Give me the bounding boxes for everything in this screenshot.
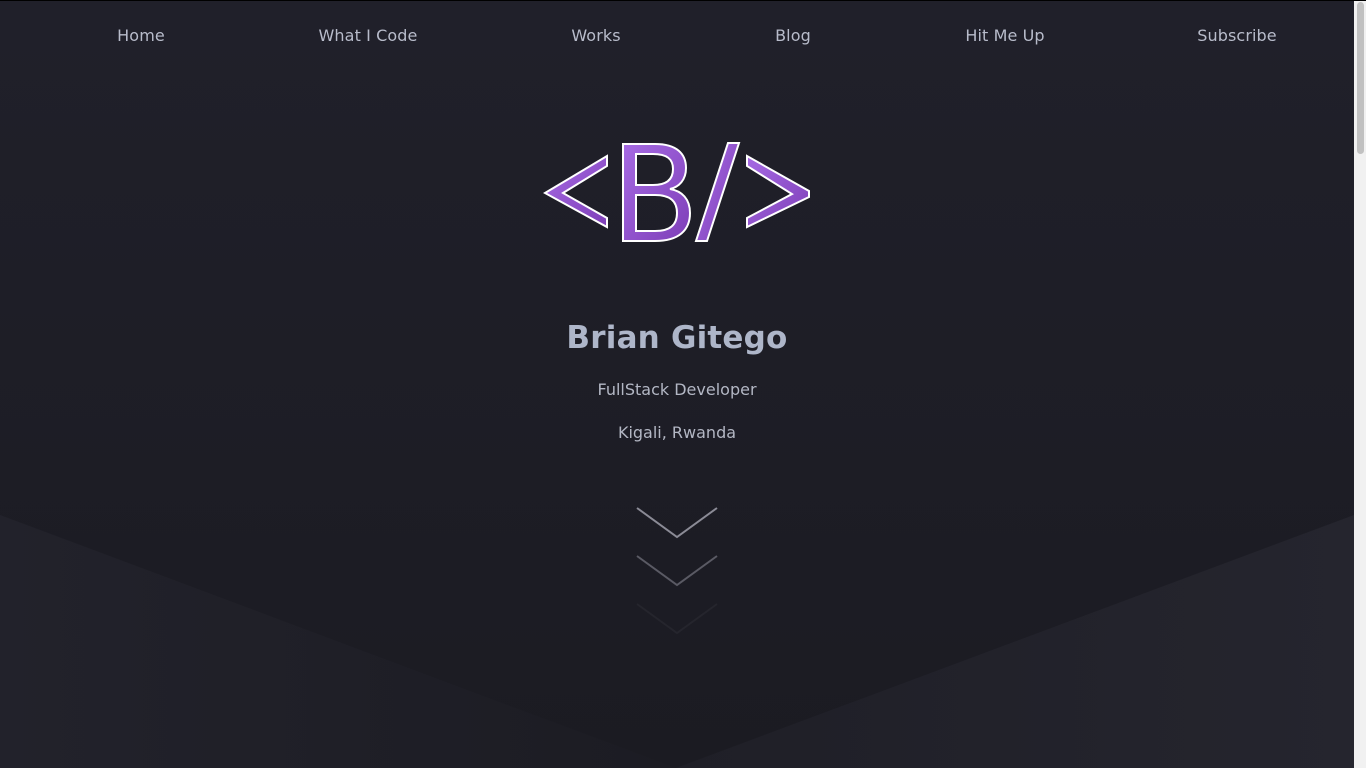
nav-hit-me-up[interactable]: Hit Me Up <box>965 26 1044 45</box>
nav-blog[interactable]: Blog <box>775 26 811 45</box>
window-top-border <box>0 0 1366 1</box>
chevron-down-icon <box>636 507 718 539</box>
nav-subscribe[interactable]: Subscribe <box>1197 26 1277 45</box>
profile-role: FullStack Developer <box>597 380 757 399</box>
scrollbar-thumb[interactable] <box>1357 2 1364 154</box>
nav-what-i-code[interactable]: What I Code <box>319 26 418 45</box>
scroll-down-indicator[interactable] <box>636 505 718 637</box>
nav-home[interactable]: Home <box>117 26 165 45</box>
profile-location: Kigali, Rwanda <box>617 423 737 442</box>
nav-works[interactable]: Works <box>571 26 620 45</box>
code-bracket-logo[interactable] <box>543 138 811 246</box>
chevron-down-icon <box>636 555 718 587</box>
page-viewport: Home What I Code Works Blog Hit Me Up Su… <box>0 0 1354 768</box>
vertical-scrollbar[interactable] <box>1354 0 1366 768</box>
profile-name: Brian Gitego <box>566 320 788 356</box>
chevron-down-icon <box>636 603 718 635</box>
main-navigation: Home What I Code Works Blog Hit Me Up Su… <box>0 0 1354 72</box>
